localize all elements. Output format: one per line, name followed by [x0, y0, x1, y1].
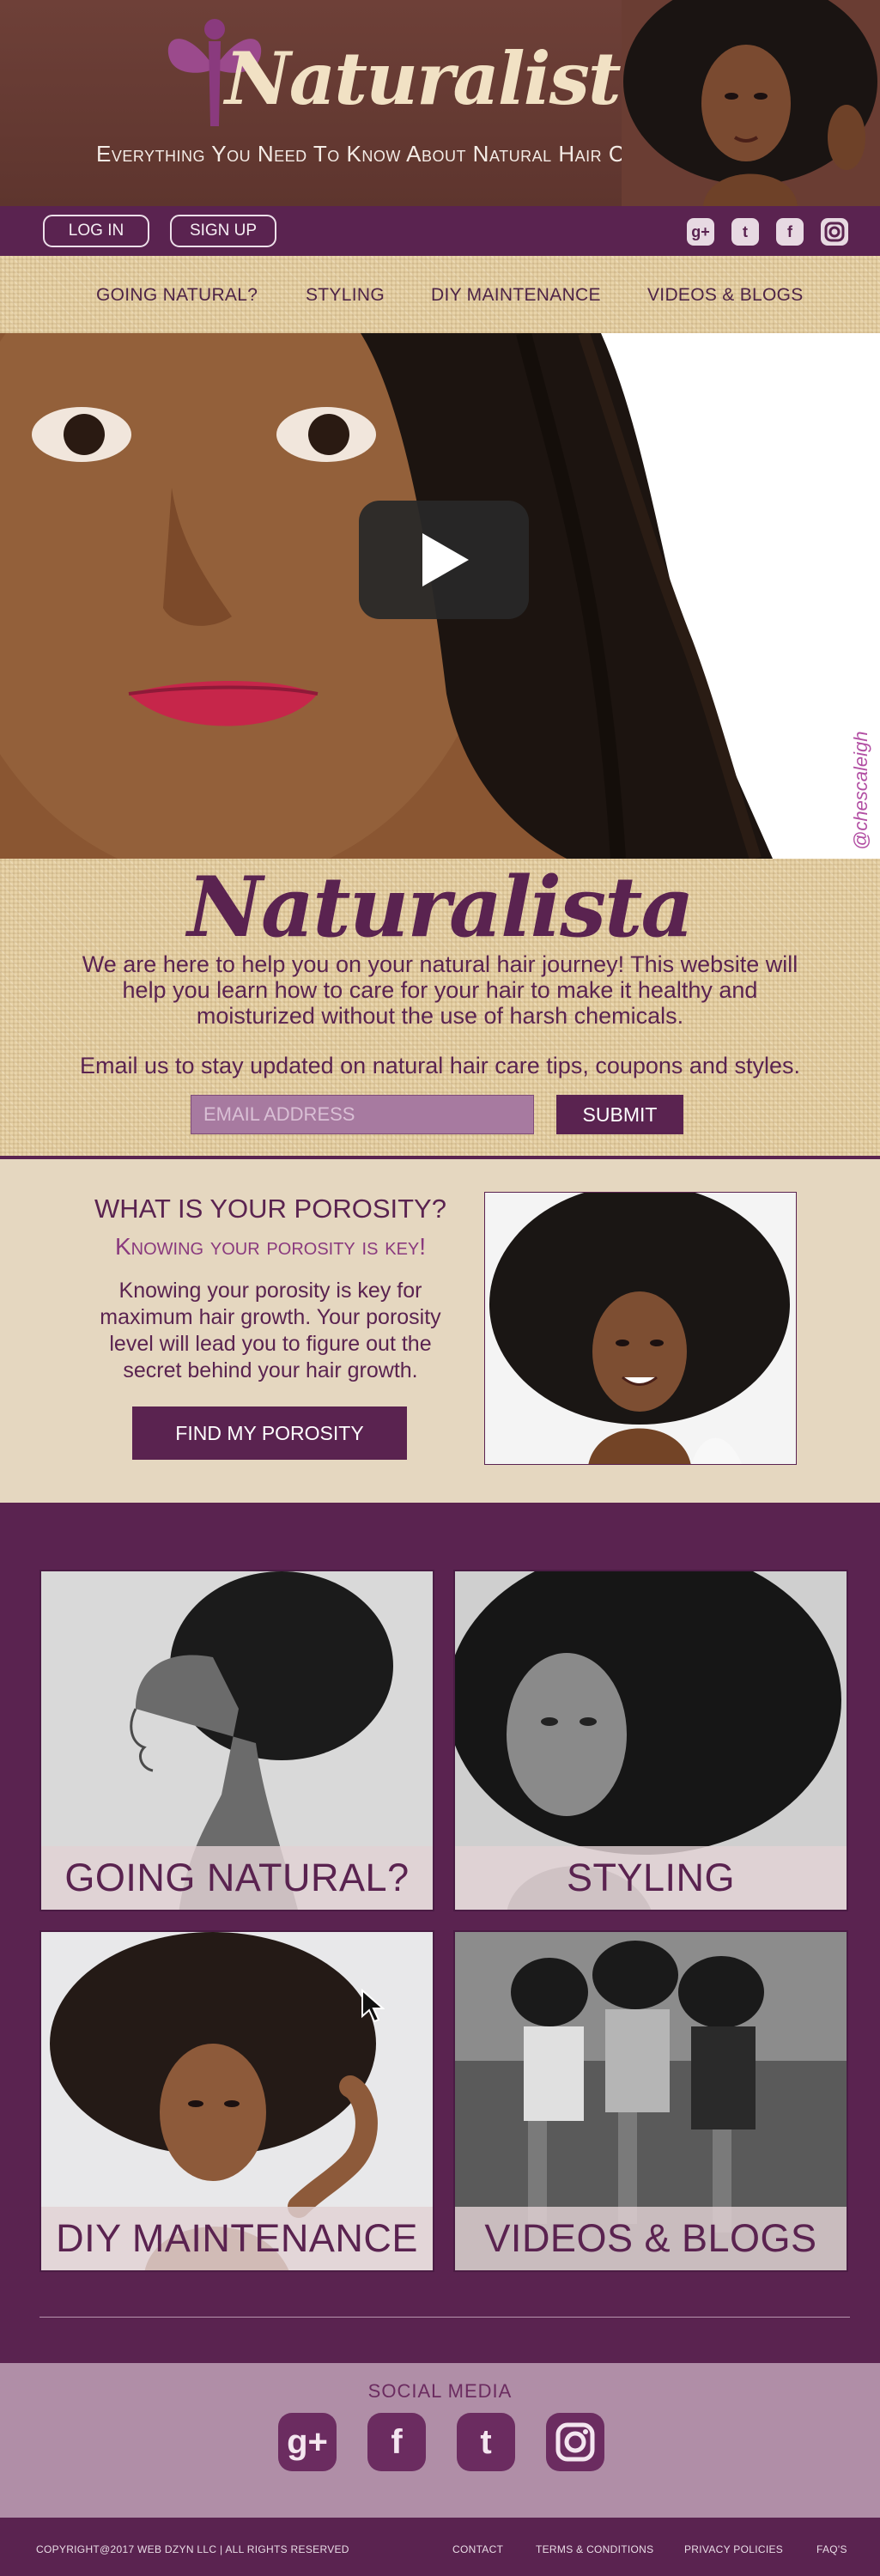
instagram-icon[interactable]	[546, 2413, 604, 2471]
social-media-title: SOCIAL MEDIA	[367, 2380, 513, 2402]
tile-label: GOING NATURAL?	[41, 1846, 433, 1910]
google-plus-icon[interactable]: g+	[278, 2413, 337, 2471]
tile-label: STYLING	[455, 1846, 847, 1910]
tile-videos-blogs[interactable]: VIDEOS & BLOGS	[453, 1930, 848, 2272]
main-nav: GOING NATURAL? STYLING DIY MAINTENANCE V…	[0, 256, 880, 333]
copyright-text: COPYRIGHT@2017 WEB DZYN LLC | ALL RIGHTS…	[36, 2543, 349, 2555]
site-tagline: Everything You Need To Know About Natura…	[96, 141, 658, 167]
find-porosity-button[interactable]: FIND MY POROSITY	[132, 1406, 407, 1460]
footer-link-privacy[interactable]: PRIVACY POLICIES	[684, 2543, 783, 2555]
header-model-photo	[622, 0, 880, 206]
footer-link-faqs[interactable]: FAQ'S	[816, 2543, 847, 2555]
play-button[interactable]	[359, 501, 529, 619]
nav-videos-blogs[interactable]: VIDEOS & BLOGS	[647, 285, 804, 306]
submit-button[interactable]: SUBMIT	[556, 1095, 683, 1134]
intro-text: We are here to help you on your natural …	[82, 951, 798, 1029]
tile-label: DIY MAINTENANCE	[41, 2207, 433, 2270]
footer-link-terms[interactable]: TERMS & CONDITIONS	[536, 2543, 653, 2555]
email-signup-text: Email us to stay updated on natural hair…	[80, 1053, 800, 1078]
signup-button[interactable]: SIGN UP	[170, 215, 276, 247]
site-logo[interactable]: Naturalista	[225, 36, 666, 121]
play-icon	[422, 533, 469, 586]
tile-label: VIDEOS & BLOGS	[455, 2207, 847, 2270]
nav-diy-maintenance[interactable]: DIY MAINTENANCE	[431, 285, 601, 306]
login-button[interactable]: LOG IN	[43, 215, 149, 247]
auth-bar: LOG IN SIGN UP g+ t f	[0, 206, 880, 256]
tile-going-natural[interactable]: GOING NATURAL?	[39, 1570, 434, 1911]
email-input[interactable]: EMAIL ADDRESS	[191, 1095, 534, 1134]
footer-divider	[39, 2317, 850, 2318]
porosity-photo	[484, 1192, 797, 1465]
tile-diy-maintenance[interactable]: DIY MAINTENANCE	[39, 1930, 434, 2272]
google-plus-icon[interactable]: g+	[687, 218, 714, 246]
porosity-section: WHAT IS YOUR POROSITY? Knowing your poro…	[0, 1159, 880, 1503]
facebook-icon[interactable]: f	[776, 218, 804, 246]
twitter-icon[interactable]: t	[731, 218, 759, 246]
footer-link-contact[interactable]: CONTACT	[452, 2543, 503, 2555]
site-header: Naturalista Everything You Need To Know …	[0, 0, 880, 206]
hero-video[interactable]	[0, 333, 880, 859]
intro-logo: Naturalista	[187, 859, 694, 956]
photo-credit: @chescaleigh	[850, 731, 871, 850]
twitter-icon[interactable]: t	[457, 2413, 515, 2471]
tile-styling[interactable]: STYLING	[453, 1570, 848, 1911]
site-footer: COPYRIGHT@2017 WEB DZYN LLC | ALL RIGHTS…	[0, 2518, 880, 2576]
social-media-section: SOCIAL MEDIA g+ f t	[0, 2363, 880, 2518]
instagram-icon[interactable]	[821, 218, 848, 246]
intro-section: Naturalista We are here to help you on y…	[0, 859, 880, 1157]
nav-going-natural[interactable]: GOING NATURAL?	[96, 285, 258, 306]
facebook-icon[interactable]: f	[367, 2413, 426, 2471]
mouse-cursor-icon	[361, 1989, 385, 2023]
nav-styling[interactable]: STYLING	[306, 285, 385, 306]
porosity-subtitle: Knowing your porosity is key!	[114, 1233, 427, 1260]
porosity-text: Knowing your porosity is key for maximum…	[100, 1279, 441, 1382]
porosity-title: WHAT IS YOUR POROSITY?	[94, 1194, 446, 1224]
